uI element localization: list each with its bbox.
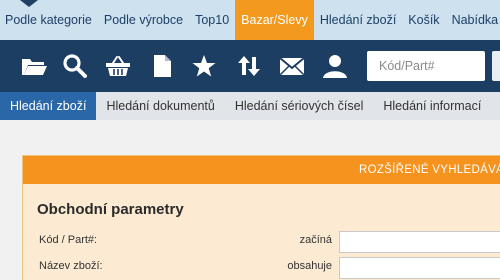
advanced-search-panel: ROZŠÍŘENÉ VYHLEDÁVÁNÍ Obchodní parametry…	[22, 155, 500, 280]
tab-product-search[interactable]: Hledání zboží	[0, 92, 97, 120]
document-icon[interactable]	[148, 52, 176, 80]
tab-serial-number-search[interactable]: Hledání sériových čísel	[225, 92, 374, 120]
nav-item-product-search[interactable]: Hledání zboží	[314, 0, 402, 40]
nav-item-offer[interactable]: Nabídka	[446, 0, 500, 40]
folder-icon[interactable]	[20, 52, 48, 80]
product-name-operator[interactable]: obsahuje	[262, 260, 332, 272]
nav-item-top10[interactable]: Top10	[189, 0, 235, 40]
product-name-field[interactable]	[339, 257, 500, 279]
user-icon[interactable]	[321, 52, 349, 80]
tab-information-search[interactable]: Hledání informací	[373, 92, 491, 120]
nav-item-by-manufacturer[interactable]: Podle výrobce	[98, 0, 189, 40]
product-name-label: Název zboží:	[39, 260, 103, 272]
panel-header: ROZŠÍŘENÉ VYHLEDÁVÁNÍ	[23, 156, 500, 184]
code-part-label: Kód / Part#:	[39, 234, 98, 246]
nav-item-by-category[interactable]: Podle kategorie	[0, 0, 98, 40]
top-navigation: Podle kategorie Podle výrobce Top10 Baza…	[0, 0, 500, 40]
code-part-field[interactable]	[339, 231, 500, 253]
code-part-operator[interactable]: začíná	[262, 234, 332, 246]
sort-arrows-icon[interactable]	[235, 52, 263, 80]
nav-item-bazaar-discounts[interactable]: Bazar/Slevy	[235, 0, 314, 40]
panel-header-title: ROZŠÍŘENÉ VYHLEDÁVÁNÍ	[359, 164, 500, 176]
nav-notch	[20, 0, 38, 7]
search-tabs: Hledání zboží Hledání dokumentů Hledání …	[0, 92, 500, 120]
nav-item-cart[interactable]: Košík	[402, 0, 445, 40]
tab-document-search[interactable]: Hledání dokumentů	[96, 92, 224, 120]
star-icon[interactable]	[190, 52, 218, 80]
search-icon[interactable]	[61, 52, 89, 80]
code-part-input[interactable]	[367, 51, 485, 81]
basket-icon[interactable]	[104, 52, 132, 80]
panel-title: Obchodní parametry	[37, 201, 184, 218]
toolbar-edge-button[interactable]	[492, 51, 500, 81]
envelope-icon[interactable]	[278, 52, 306, 80]
icon-toolbar	[0, 40, 500, 92]
